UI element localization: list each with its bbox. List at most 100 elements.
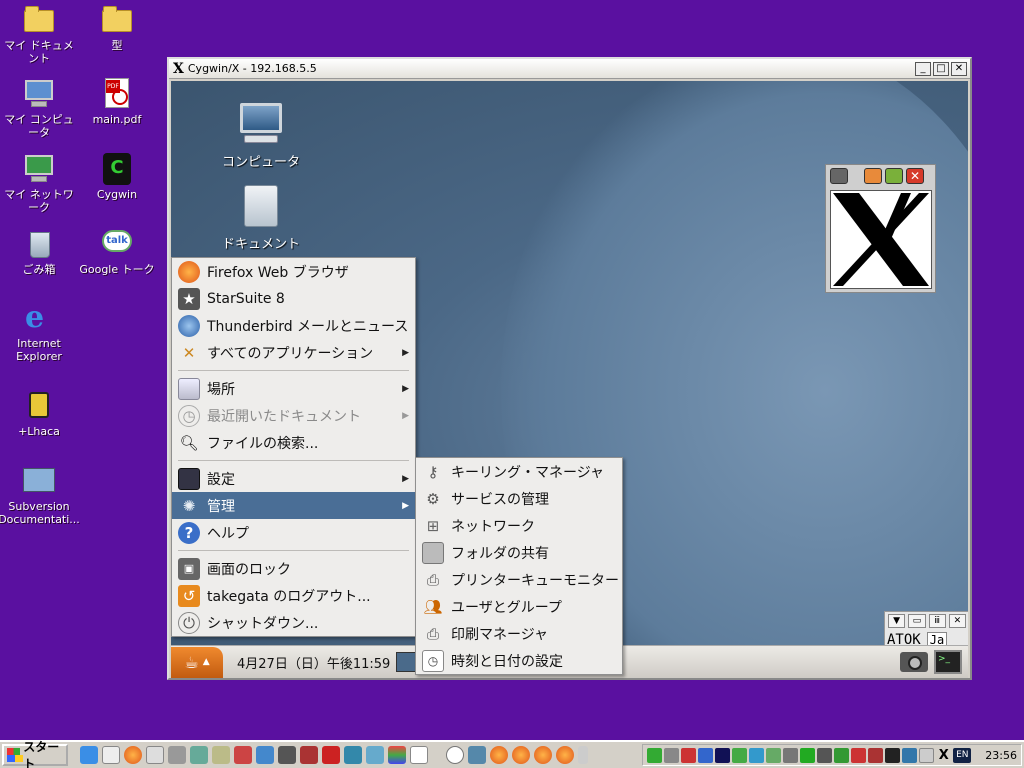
menu-item-users-groups[interactable]: 👥︎ ユーザとグループ [416,593,622,620]
atok-mode-button[interactable]: ⅲ [928,614,946,628]
terminal-icon[interactable]: >_ [934,650,962,674]
gnome-main-menu-button[interactable]: ☕ ▲ [171,646,223,678]
menu-item-date-time[interactable]: ◷ 時刻と日付の設定 [416,647,622,674]
menu-item-settings[interactable]: 設定 ▶ [172,465,415,492]
desktop-icon-main-pdf[interactable]: main.pdf [78,78,156,126]
screenshot-camera-icon[interactable] [900,652,928,672]
minimize-button[interactable]: _ [915,61,931,76]
firefox-taskbar-icon[interactable] [512,746,530,764]
tray-icon[interactable] [851,747,867,763]
desktop-icon-cygwin[interactable]: C Cygwin [78,153,156,201]
atok-menu-button[interactable]: ▼ [888,614,906,628]
desktop-icon-recycle-bin[interactable]: ごみ箱 [0,228,78,276]
tray-icon[interactable] [834,747,850,763]
tray-icon[interactable] [919,747,935,763]
tray-icon[interactable] [681,747,697,763]
submenu-arrow-icon: ▶ [402,383,409,394]
app-quicklaunch-icon[interactable] [212,746,230,764]
start-button[interactable]: スタート [2,740,68,768]
search-quicklaunch-icon[interactable] [146,746,164,764]
menu-item-starsuite[interactable]: ★ StarSuite 8 [172,285,415,312]
app-quicklaunch-icon[interactable] [388,746,406,764]
notepad-quicklaunch-icon[interactable] [102,746,120,764]
taskbar-clock[interactable]: 23:56 [985,749,1017,762]
app-quicklaunch-icon[interactable] [366,746,384,764]
tray-icon[interactable] [715,747,731,763]
window-titlebar[interactable]: X Cygwin/X - 192.168.5.5 _ □ ✕ [169,59,970,79]
tray-icon[interactable] [783,747,799,763]
close-button[interactable]: ✕ [906,168,924,184]
desktop-icon-lhaca[interactable]: +Lhaca [0,390,78,438]
tray-icon[interactable] [698,747,714,763]
java-icon: ☕ [184,652,199,672]
app-quicklaunch-icon[interactable] [190,746,208,764]
menu-item-services[interactable]: ⚙ サービスの管理 [416,485,622,512]
menu-item-lock-screen[interactable]: ▣ 画面のロック [172,555,415,582]
desktop-icon-kata[interactable]: 型 [78,4,156,52]
show-desktop-icon[interactable] [396,652,417,672]
desktop-icon-internet-explorer[interactable]: e Internet Explorer [0,302,78,364]
tray-icon[interactable] [817,747,833,763]
tray-icon[interactable] [732,747,748,763]
menu-item-places[interactable]: 場所 ▶ [172,375,415,402]
menu-item-recent-documents[interactable]: ◷ 最近開いたドキュメント ▶ [172,402,415,429]
menu-item-search-files[interactable]: 🔍︎ ファイルの検索... [172,429,415,456]
desktop-icon-subversion[interactable]: Subversion Documentati... [0,465,82,526]
menu-item-printer-queue[interactable]: ⎙ プリンターキューモニター [416,566,622,593]
desktop-icon-my-documents[interactable]: マイ ドキュメント [0,4,78,65]
menu-item-help[interactable]: ? ヘルプ [172,519,415,546]
maximize-button[interactable] [885,168,903,184]
app-quicklaunch-icon[interactable] [256,746,274,764]
menu-item-all-applications[interactable]: ✕ すべてのアプリケーション ▶ [172,339,415,366]
desktop-icon-google-talk[interactable]: talk Google トーク [78,228,156,276]
tray-icon[interactable] [647,747,663,763]
google-talk-icon: talk [101,228,133,260]
app-quicklaunch-icon[interactable] [278,746,296,764]
tray-icon[interactable] [902,747,918,763]
gnome-icon-computer[interactable]: コンピュータ [211,101,311,170]
tray-icon[interactable] [885,747,901,763]
menu-item-administration[interactable]: ✺ 管理 ▶ [172,492,415,519]
app-quicklaunch-icon[interactable] [168,746,186,764]
panel-clock[interactable]: 4月27日（日）午後11:59 [237,653,390,672]
menu-item-keyring-manager[interactable]: ⚷ キーリング・マネージャ [416,458,622,485]
tray-icon[interactable] [868,747,884,763]
gnome-icon-documents[interactable]: ドキュメント [211,183,311,252]
window-menu-button[interactable] [830,168,848,184]
app-quicklaunch-icon[interactable] [410,746,428,764]
taskbar-scroll-icon[interactable] [578,746,588,764]
app-quicklaunch-icon[interactable] [234,746,252,764]
firefox-taskbar-icon[interactable] [534,746,552,764]
menu-item-shutdown[interactable]: ⏻ シャットダウン... [172,609,415,636]
menu-item-firefox[interactable]: Firefox Web ブラウザ [172,258,415,285]
x-server-tray-icon[interactable]: X [936,748,951,763]
volume-icon[interactable] [664,747,680,763]
thunderbird-taskbar-icon[interactable] [468,746,486,764]
firefox-quicklaunch-icon[interactable] [124,746,142,764]
minimize-button[interactable] [864,168,882,184]
app-quicklaunch-icon[interactable] [322,746,340,764]
app-quicklaunch-icon[interactable] [300,746,318,764]
xlogo-titlebar[interactable]: ✕ [826,165,935,187]
atok-close-button[interactable]: ✕ [948,614,966,628]
menu-item-network[interactable]: ⊞ ネットワーク [416,512,622,539]
firefox-taskbar-icon[interactable] [556,746,574,764]
tray-icon[interactable] [749,747,765,763]
tray-icon[interactable] [766,747,782,763]
menu-item-print-manager[interactable]: ⎙ 印刷マネージャ [416,620,622,647]
ie-quicklaunch-icon[interactable] [80,746,98,764]
pdf-icon [101,78,133,110]
app-quicklaunch-icon[interactable] [344,746,362,764]
tray-icon[interactable] [800,747,816,763]
maximize-button[interactable]: □ [933,61,949,76]
close-button[interactable]: ✕ [951,61,967,76]
firefox-taskbar-icon[interactable] [490,746,508,764]
language-indicator[interactable]: EN [953,747,972,763]
desktop-icon-my-computer[interactable]: マイ コンピュータ [0,78,78,139]
atok-minimize-button[interactable]: ▭ [908,614,926,628]
menu-item-folder-sharing[interactable]: フォルダの共有 [416,539,622,566]
menu-item-thunderbird[interactable]: Thunderbird メールとニュース [172,312,415,339]
desktop-icon-my-network[interactable]: マイ ネットワーク [0,153,78,214]
menu-item-logout[interactable]: ↺ takegata のログアウト... [172,582,415,609]
chat-taskbar-icon[interactable] [446,746,464,764]
